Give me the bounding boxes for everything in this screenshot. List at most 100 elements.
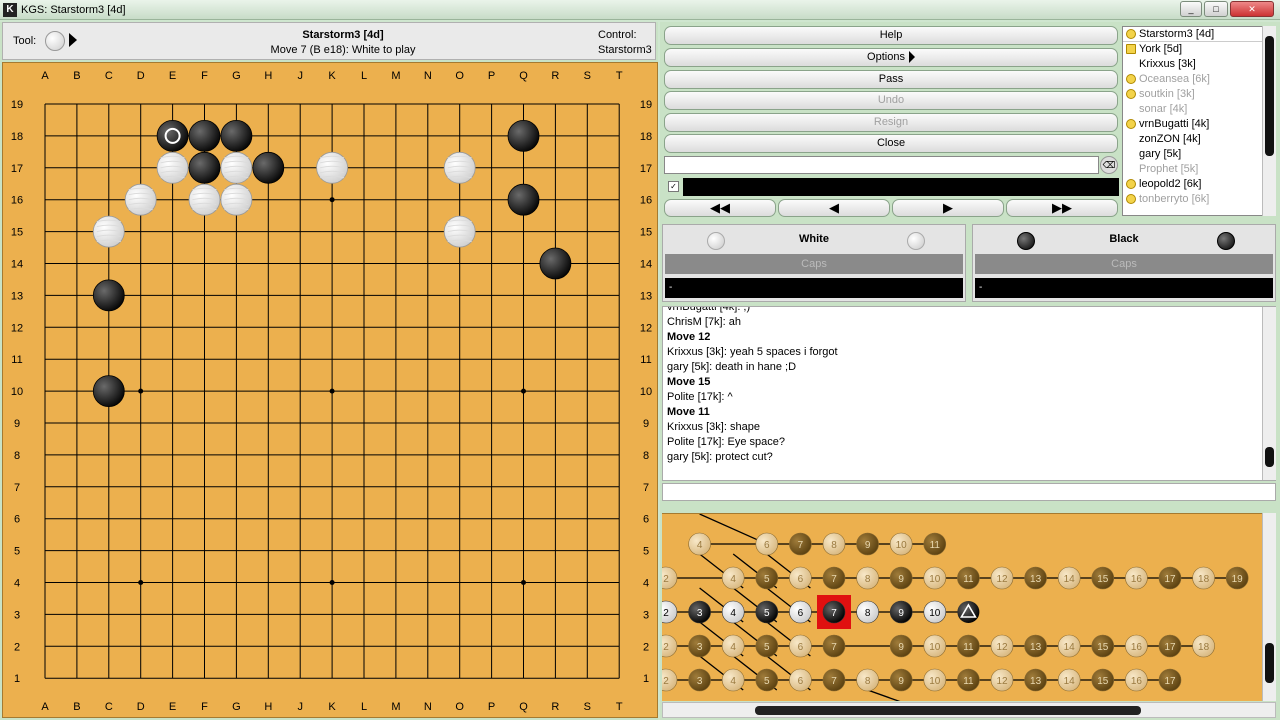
- tree-node[interactable]: 13: [1024, 566, 1047, 590]
- options-button[interactable]: Options: [664, 48, 1118, 67]
- user-row[interactable]: tonberryto [6k]: [1123, 192, 1273, 207]
- tree-node[interactable]: 8: [822, 532, 846, 556]
- tree-node[interactable]: 2: [662, 566, 678, 590]
- tool-menu-arrow-icon[interactable]: [69, 33, 77, 47]
- user-row[interactable]: York [5d]: [1123, 42, 1273, 57]
- go-board-grid[interactable]: AABBCCDDEEFFGGHHJJKKLLMMNNOOPPQQRRSSTT19…: [3, 63, 659, 719]
- nav-next-button[interactable]: ▶: [892, 199, 1004, 217]
- tree-node[interactable]: 3: [688, 600, 711, 624]
- tree-node[interactable]: 12: [990, 566, 1014, 590]
- tree-node[interactable]: 13: [1024, 668, 1047, 692]
- tree-node[interactable]: 9: [889, 668, 913, 692]
- game-comment-input[interactable]: [664, 156, 1099, 174]
- tree-node[interactable]: 14: [1057, 634, 1081, 658]
- tree-node[interactable]: 12: [990, 668, 1014, 692]
- resign-button[interactable]: Resign: [664, 113, 1118, 132]
- tree-node[interactable]: 2: [662, 600, 678, 624]
- tree-vscrollbar[interactable]: [1262, 513, 1276, 701]
- tree-node[interactable]: 2: [662, 634, 678, 658]
- tree-node[interactable]: 5: [755, 634, 779, 658]
- tree-node[interactable]: 10: [923, 566, 947, 590]
- tree-node[interactable]: 8: [856, 600, 879, 624]
- tree-node[interactable]: 9: [856, 532, 879, 556]
- tree-node[interactable]: 7: [822, 668, 846, 692]
- chat-log[interactable]: vrnBugatti [4k]: ;) ChrisM [7k]: ah Move 1…: [662, 306, 1276, 481]
- user-row[interactable]: leopold2 [6k]: [1123, 177, 1273, 192]
- undo-button[interactable]: Undo: [664, 91, 1118, 110]
- nav-last-button[interactable]: ▶▶: [1006, 199, 1118, 217]
- close-game-button[interactable]: Close: [664, 134, 1118, 153]
- tree-node[interactable]: 6: [789, 668, 812, 692]
- tree-node[interactable]: 15: [1091, 634, 1115, 658]
- maximize-button[interactable]: □: [1204, 1, 1228, 17]
- nav-prev-button[interactable]: ◀: [778, 199, 890, 217]
- chat-scrollbar[interactable]: [1262, 307, 1276, 480]
- go-board[interactable]: A A B B C C D D E E F F G G H H J J K K L L M M N N O O P P Q Q R R S S T T 19…: [2, 62, 658, 718]
- comment-checkbox[interactable]: ✓: [668, 181, 679, 192]
- tree-node[interactable]: 9: [889, 634, 913, 658]
- tree-node[interactable]: 11: [923, 532, 947, 556]
- tree-node[interactable]: 15: [1091, 668, 1115, 692]
- tree-node[interactable]: 5: [755, 600, 779, 624]
- user-list-scrollbar[interactable]: [1262, 26, 1276, 216]
- tree-node[interactable]: 17: [1158, 634, 1182, 658]
- user-list-scroll-thumb[interactable]: [1265, 36, 1274, 156]
- current-move-node[interactable]: 7: [817, 595, 851, 629]
- chat-scroll-thumb[interactable]: [1265, 447, 1274, 467]
- tree-node[interactable]: 5: [755, 566, 779, 590]
- tree-node[interactable]: 4: [721, 600, 745, 624]
- game-tree-graph[interactable]: 4 6 7 8 9 10 11 2 4 5 6 7 8 9 10 11 12 13 14 15 16 17 18 19 2 3 4 5…: [662, 514, 1274, 701]
- tree-node[interactable]: 6: [755, 532, 779, 556]
- tree-node[interactable]: 7: [822, 634, 846, 658]
- tree-node[interactable]: 13: [1024, 634, 1047, 658]
- tree-node[interactable]: 7: [789, 532, 812, 556]
- tree-hscrollbar[interactable]: [662, 702, 1276, 718]
- tree-node[interactable]: 14: [1057, 668, 1081, 692]
- nav-first-button[interactable]: ◀◀: [664, 199, 776, 217]
- tree-node[interactable]: 19: [1225, 566, 1249, 590]
- user-row[interactable]: sonar [4k]: [1123, 102, 1273, 117]
- tree-node[interactable]: 15: [1091, 566, 1115, 590]
- user-row[interactable]: zonZON [4k]: [1123, 132, 1273, 147]
- tree-node[interactable]: 11: [957, 634, 980, 658]
- user-row[interactable]: vrnBugatti [4k]: [1123, 117, 1273, 132]
- chat-input[interactable]: [662, 483, 1276, 501]
- tree-node[interactable]: [957, 601, 980, 623]
- tree-node[interactable]: 9: [889, 566, 913, 590]
- tree-node[interactable]: 14: [1057, 566, 1081, 590]
- tree-node[interactable]: 8: [856, 668, 879, 692]
- user-row[interactable]: Krixxus [3k]: [1123, 57, 1273, 72]
- tree-node[interactable]: 6: [789, 600, 812, 624]
- user-row[interactable]: Starstorm3 [4d]: [1123, 27, 1273, 42]
- tree-node[interactable]: 3: [688, 634, 711, 658]
- tree-node[interactable]: 4: [688, 532, 711, 556]
- clear-icon[interactable]: ⌫: [1100, 156, 1118, 174]
- tree-node[interactable]: 17: [1158, 566, 1182, 590]
- tree-node[interactable]: 4: [721, 566, 745, 590]
- tree-node[interactable]: 7: [822, 566, 846, 590]
- tree-node[interactable]: 2: [662, 668, 678, 692]
- close-window-button[interactable]: ✕: [1230, 1, 1274, 17]
- tree-node[interactable]: 18: [1192, 634, 1215, 658]
- user-row[interactable]: Prophet [5k]: [1123, 162, 1273, 177]
- tree-node[interactable]: 4: [721, 634, 745, 658]
- tree-hscroll-thumb[interactable]: [755, 706, 1141, 715]
- user-row[interactable]: gary [5k]: [1123, 147, 1273, 162]
- tree-node[interactable]: 6: [789, 634, 812, 658]
- tool-stone-icon[interactable]: [45, 31, 65, 51]
- tree-node[interactable]: 18: [1192, 566, 1215, 590]
- tree-vscroll-thumb[interactable]: [1265, 643, 1274, 683]
- tree-node[interactable]: 9: [889, 600, 913, 624]
- minimize-button[interactable]: _: [1180, 1, 1202, 17]
- tree-node[interactable]: 6: [789, 566, 812, 590]
- tree-node[interactable]: 8: [856, 566, 879, 590]
- user-list[interactable]: Starstorm3 [4d] York [5d] Krixxus [3k] Ocea…: [1122, 26, 1274, 216]
- pass-button[interactable]: Pass: [664, 70, 1118, 89]
- help-button[interactable]: Help: [664, 26, 1118, 45]
- tree-node[interactable]: 5: [755, 668, 779, 692]
- tree-node[interactable]: 10: [923, 600, 947, 624]
- tree-node[interactable]: 16: [1125, 634, 1148, 658]
- tree-node[interactable]: 11: [957, 566, 980, 590]
- tree-node[interactable]: 3: [688, 668, 711, 692]
- tree-node[interactable]: 4: [721, 668, 745, 692]
